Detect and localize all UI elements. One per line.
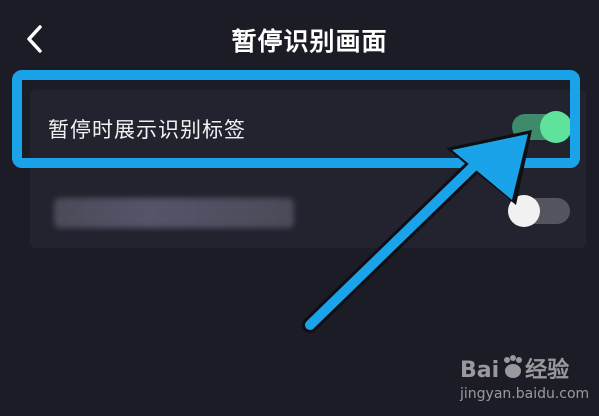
blurred-setting-label	[54, 198, 294, 228]
setting-label-show-labels: 暂停时展示识别标签	[48, 118, 246, 142]
watermark-url: jingyan.baidu.com	[460, 386, 590, 402]
setting-row-blurred	[30, 178, 586, 248]
toggle-knob	[540, 111, 572, 143]
page-title: 暂停识别画面	[231, 27, 388, 56]
blurred-setting-toggle[interactable]	[508, 195, 570, 227]
toggle-knob	[508, 195, 540, 227]
paw-icon	[504, 355, 522, 378]
show-labels-toggle[interactable]	[512, 111, 572, 143]
setting-row-show-labels: 暂停时展示识别标签	[30, 92, 586, 162]
baidu-watermark: Bai 经验 jingyan.baidu.com	[460, 352, 590, 408]
header-bar: 暂停识别画面	[0, 0, 599, 80]
